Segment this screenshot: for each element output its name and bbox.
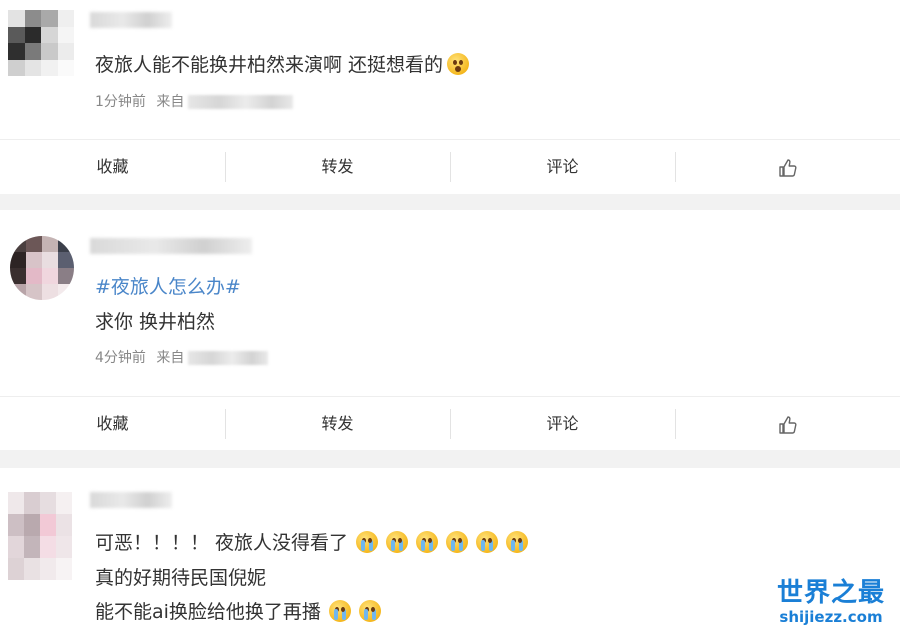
source-label: 来自 xyxy=(156,94,185,110)
comment-line-3: 能不能ai换脸给他换了再播 xyxy=(95,599,381,625)
like-icon xyxy=(778,415,797,434)
comment-card-2: #夜旅人怎么办# 求你 换井柏然 4分钟前 来自 收藏 转发 评论 xyxy=(0,210,900,451)
source-blurred[interactable] xyxy=(188,351,269,365)
timestamp: 4分钟前 xyxy=(95,350,146,366)
comment-text-body: 能不能ai换脸给他换了再播 xyxy=(95,601,321,623)
card-separator xyxy=(0,450,900,468)
comment-card-3: 可恶！！！！ 夜旅人没得看了 真的好期待民国倪妮 能不能ai换脸给他换了再播 xyxy=(0,468,900,631)
comment-text-body: 夜旅人能不能换井柏然来演啊 还挺想看的 xyxy=(95,54,444,76)
comment-button[interactable]: 评论 xyxy=(450,397,675,451)
comment-text: 求你 换井柏然 xyxy=(95,311,216,333)
repost-button[interactable]: 转发 xyxy=(225,397,450,451)
crying-face-icon xyxy=(506,531,529,553)
topic-link[interactable]: #夜旅人怎么办# xyxy=(95,274,241,300)
comment-meta: 4分钟前 来自 xyxy=(95,347,269,367)
crying-face-icon xyxy=(446,531,469,553)
avatar[interactable] xyxy=(10,236,74,300)
crying-face-icon xyxy=(358,600,381,622)
like-button[interactable] xyxy=(675,140,900,194)
watermark-title: 世界之最 xyxy=(776,578,885,608)
collect-button[interactable]: 收藏 xyxy=(0,140,225,194)
username-blurred[interactable] xyxy=(90,238,252,254)
card-separator xyxy=(0,194,900,210)
avatar[interactable] xyxy=(8,492,72,580)
collect-button[interactable]: 收藏 xyxy=(0,397,225,451)
comment-text-body: 可恶！！！！ 夜旅人没得看了 xyxy=(95,532,349,554)
crying-face-icon xyxy=(416,531,439,553)
comment-button[interactable]: 评论 xyxy=(450,140,675,194)
shocked-face-icon xyxy=(447,53,470,75)
comment-meta: 1分钟前 来自 xyxy=(95,91,294,111)
crying-face-icon xyxy=(328,600,351,622)
source-blurred[interactable] xyxy=(188,95,294,109)
like-icon xyxy=(778,158,797,177)
timestamp: 1分钟前 xyxy=(95,94,146,110)
crying-face-icon xyxy=(386,531,409,553)
comment-text: 夜旅人能不能换井柏然来演啊 还挺想看的 xyxy=(95,52,470,78)
username-blurred[interactable] xyxy=(90,492,172,508)
source-label: 来自 xyxy=(156,350,185,366)
action-bar: 收藏 转发 评论 xyxy=(0,139,900,194)
watermark-url: shijiezz.com xyxy=(779,608,883,626)
comment-card-1: 夜旅人能不能换井柏然来演啊 还挺想看的 1分钟前 来自 收藏 转发 评论 xyxy=(0,0,900,194)
action-bar: 收藏 转发 评论 xyxy=(0,396,900,451)
avatar[interactable] xyxy=(8,10,74,76)
comment-line-2: 真的好期待民国倪妮 xyxy=(95,567,267,589)
crying-face-icon xyxy=(476,531,499,553)
repost-button[interactable]: 转发 xyxy=(225,140,450,194)
username-blurred[interactable] xyxy=(90,12,172,28)
crying-face-icon xyxy=(356,531,379,553)
like-button[interactable] xyxy=(675,397,900,451)
comment-line-1: 可恶！！！！ 夜旅人没得看了 xyxy=(95,530,529,556)
site-watermark: 世界之最 shijiezz.com xyxy=(772,578,890,626)
